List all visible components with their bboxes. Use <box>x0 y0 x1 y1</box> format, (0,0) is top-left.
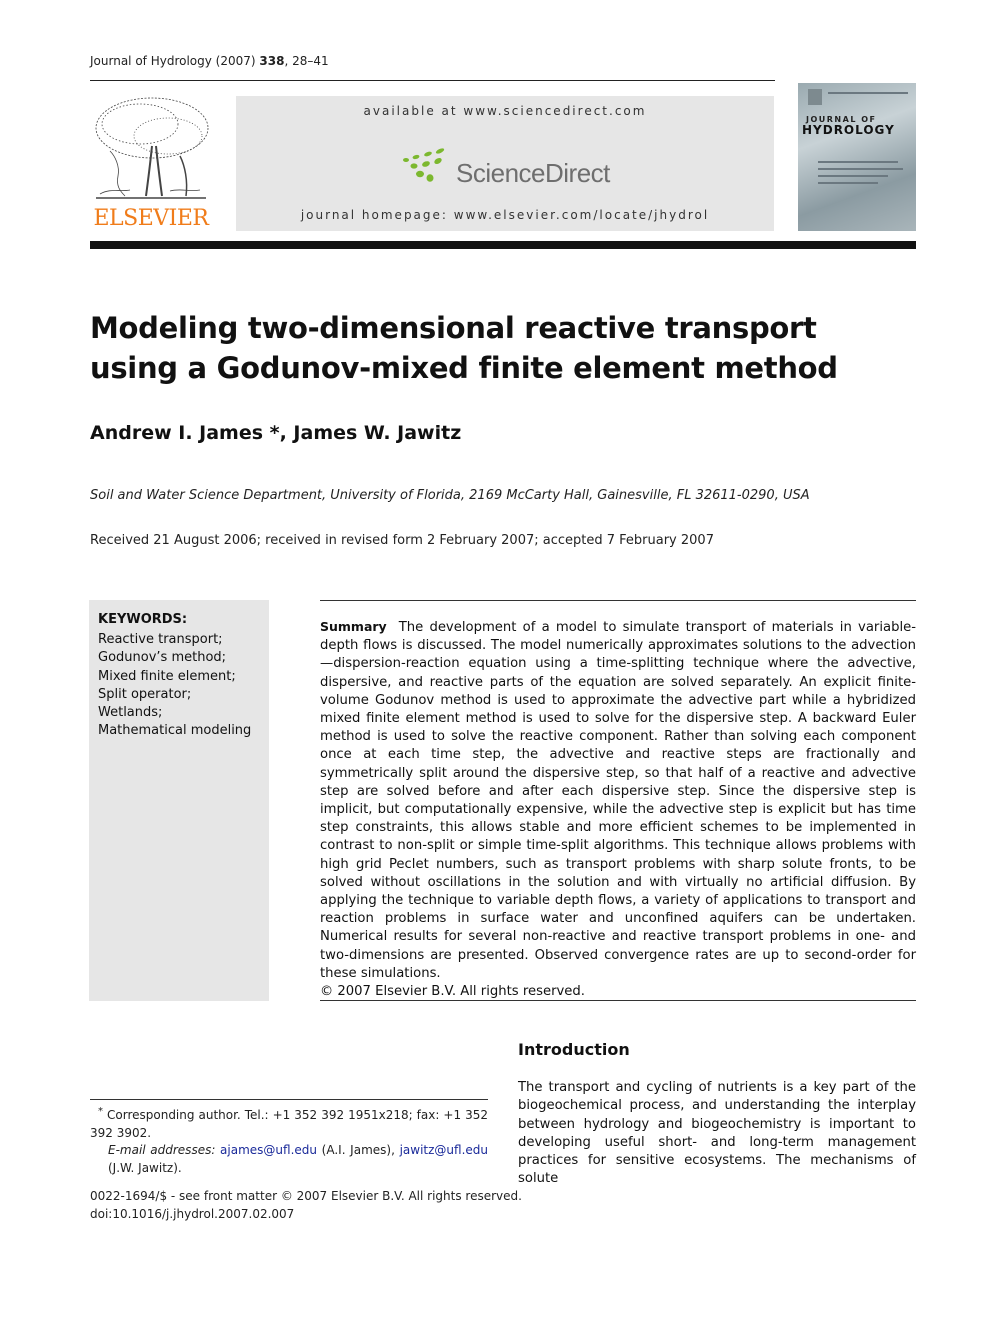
email-owner-jawitz: (J.W. Jawitz). <box>108 1160 182 1175</box>
abstract-label: Summary <box>320 619 387 634</box>
elsevier-wordmark: ELSEVIER <box>93 206 209 231</box>
journal-pages: , 28–41 <box>284 54 329 68</box>
email-link-jawitz[interactable]: jawitz@ufl.edu <box>400 1143 488 1157</box>
article-title: Modeling two-dimensional reactive transp… <box>90 311 838 385</box>
abstract-top-rule <box>320 600 916 601</box>
header-rule <box>90 80 775 81</box>
email-link-james[interactable]: ajames@ufl.edu <box>220 1143 317 1157</box>
keyword-item: Mathematical modeling <box>98 723 252 739</box>
introduction-paragraph: The transport and cycling of nutrients i… <box>518 1080 916 1187</box>
cover-issue-line <box>828 92 908 94</box>
keywords-title: KEYWORDS: <box>98 612 188 627</box>
corresponding-author-note: * Corresponding author. Tel.: +1 352 392… <box>90 1103 488 1142</box>
journal-citation: Journal of Hydrology (2007) <box>90 54 256 68</box>
corresponding-author-text: Corresponding author. Tel.: +1 352 392 1… <box>90 1108 488 1140</box>
email-owner-james: (A.I. James), <box>321 1143 395 1157</box>
journal-volume: 338 <box>259 54 285 68</box>
available-at-link[interactable]: available at www.sciencedirect.com <box>236 104 774 118</box>
keywords-box: KEYWORDS: Reactive transport; Godunov’s … <box>89 600 269 1001</box>
front-matter: 0022-1694/$ - see front matter © 2007 El… <box>90 1188 522 1223</box>
sciencedirect-dots-icon <box>403 148 445 182</box>
footnote-marker: * <box>98 1106 103 1117</box>
received-dates: Received 21 August 2006; received in rev… <box>90 533 714 548</box>
abstract-copyright: © 2007 Elsevier B.V. All rights reserved… <box>320 984 585 1000</box>
cover-editor-line <box>818 182 878 184</box>
cover-editor-line <box>818 168 903 170</box>
cover-editor-line <box>818 175 888 177</box>
journal-homepage-link[interactable]: journal homepage: www.elsevier.com/locat… <box>236 208 774 222</box>
footnote: * Corresponding author. Tel.: +1 352 392… <box>90 1103 488 1177</box>
keyword-item: Mixed finite element; <box>98 668 236 684</box>
abstract-text: The development of a model to simulate t… <box>320 620 916 981</box>
cover-publisher-logo-icon <box>808 89 822 105</box>
cover-editor-line <box>818 161 898 163</box>
article-authors: Andrew I. James *, James W. Jawitz <box>90 422 462 444</box>
sciencedirect-banner: available at www.sciencedirect.com Scien… <box>236 96 774 231</box>
email-label: E-mail addresses: <box>108 1143 216 1157</box>
abstract: Summary The development of a model to sim… <box>320 618 916 1001</box>
sciencedirect-wordmark: ScienceDirect <box>456 158 610 188</box>
email-note: E-mail addresses: ajames@ufl.edu (A.I. J… <box>90 1142 488 1177</box>
author-affiliation: Soil and Water Science Department, Unive… <box>90 488 810 503</box>
keyword-item: Split operator; <box>98 686 192 702</box>
keyword-item: Reactive transport; <box>98 632 223 647</box>
keyword-item: Wetlands; <box>98 705 163 721</box>
header-thick-rule <box>90 241 916 249</box>
doi-link[interactable]: doi:10.1016/j.jhydrol.2007.02.007 <box>90 1206 522 1224</box>
abstract-bottom-rule <box>320 1000 916 1001</box>
journal-cover-image: JOURNAL OF HYDROLOGY <box>798 83 916 231</box>
introduction-heading: Introduction <box>518 1040 630 1059</box>
elsevier-tree-icon <box>95 97 209 199</box>
running-head: Journal of Hydrology (2007) 338, 28–41 <box>90 54 329 68</box>
footnote-rule <box>90 1099 488 1100</box>
issn-line: 0022-1694/$ - see front matter © 2007 El… <box>90 1189 522 1203</box>
keywords-list: Reactive transport; Godunov’s method; Mi… <box>98 631 251 741</box>
keyword-item: Godunov’s method; <box>98 650 227 666</box>
cover-title-line2: HYDROLOGY <box>802 123 895 137</box>
